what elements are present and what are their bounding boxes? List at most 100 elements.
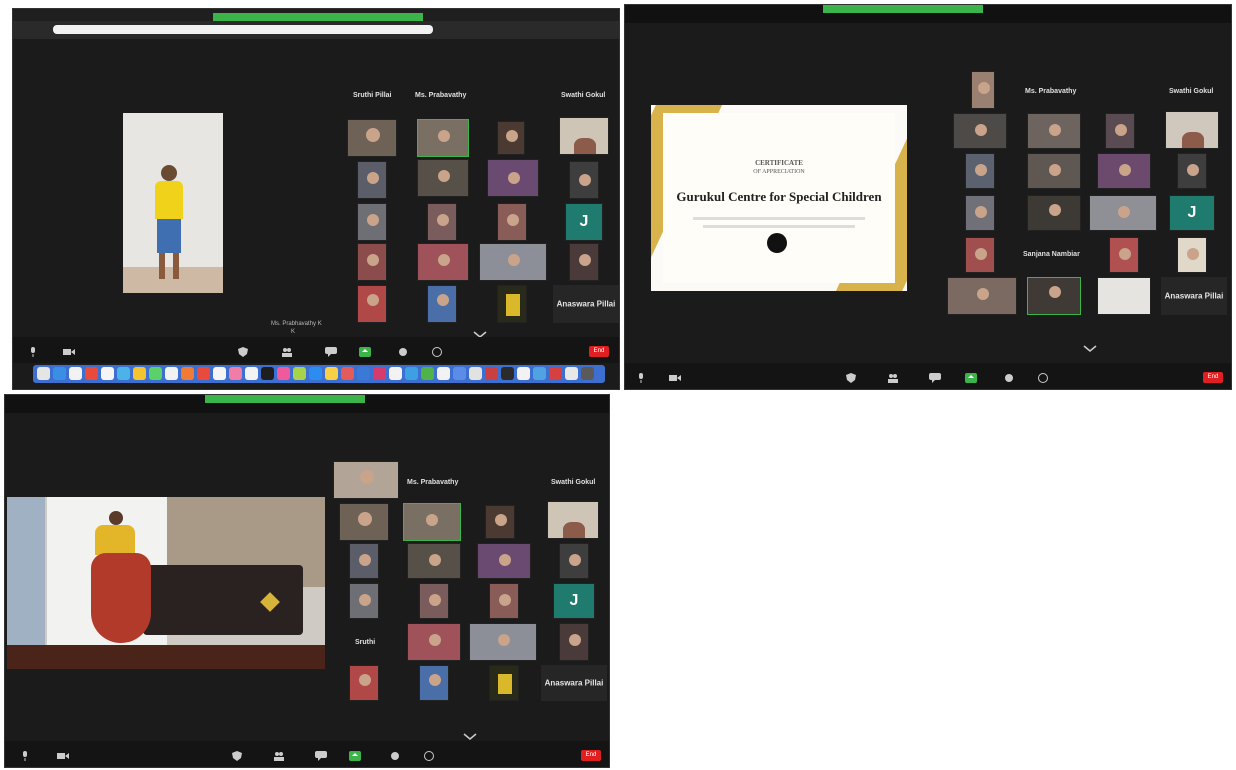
participant-tile[interactable]: [559, 117, 609, 155]
end-meeting-button[interactable]: End: [1203, 372, 1223, 383]
video-camera-icon[interactable]: [57, 751, 69, 761]
participant-tile[interactable]: J: [565, 203, 603, 241]
video-camera-icon[interactable]: [669, 373, 681, 383]
participant-tile[interactable]: [497, 203, 527, 241]
participant-tile[interactable]: Anaswara Pillai: [541, 665, 607, 701]
participant-tile[interactable]: [479, 243, 547, 281]
participant-tile[interactable]: [347, 119, 397, 157]
participant-tile[interactable]: [427, 285, 457, 323]
dock-app-icon[interactable]: [405, 367, 418, 380]
participant-tile[interactable]: [489, 583, 519, 619]
participant-tile[interactable]: [971, 71, 995, 109]
record-icon[interactable]: [389, 751, 401, 761]
participant-tile[interactable]: [357, 161, 387, 199]
dock-app-icon[interactable]: [261, 367, 274, 380]
participant-tile[interactable]: J: [1169, 195, 1215, 231]
participant-tile[interactable]: [357, 203, 387, 241]
participant-tile[interactable]: [407, 543, 461, 579]
participant-tile[interactable]: [1165, 111, 1219, 149]
dock-app-icon[interactable]: [469, 367, 482, 380]
participant-tile[interactable]: [487, 159, 539, 197]
participant-tile[interactable]: Anaswara Pillai: [553, 285, 619, 323]
dock-app-icon[interactable]: [325, 367, 338, 380]
participant-tile[interactable]: [427, 203, 457, 241]
participant-tile[interactable]: [1105, 113, 1135, 149]
participant-tile[interactable]: [965, 153, 995, 189]
dock-app-icon[interactable]: [149, 367, 162, 380]
dock-app-icon[interactable]: [69, 367, 82, 380]
share-screen-icon[interactable]: [359, 347, 371, 357]
participant-tile[interactable]: [349, 583, 379, 619]
participant-tile[interactable]: [569, 243, 599, 281]
dock-app-icon[interactable]: [277, 367, 290, 380]
dock-app-icon[interactable]: [565, 367, 578, 380]
dock-app-icon[interactable]: [581, 367, 594, 380]
dock-app-icon[interactable]: [341, 367, 354, 380]
participant-tile[interactable]: [559, 543, 589, 579]
participant-tile[interactable]: [357, 243, 387, 281]
participant-tile[interactable]: [497, 121, 525, 155]
participant-tile[interactable]: [569, 161, 599, 199]
dock-app-icon[interactable]: [181, 367, 194, 380]
dock-app-icon[interactable]: [501, 367, 514, 380]
participant-tile[interactable]: [357, 285, 387, 323]
participant-tile[interactable]: [1177, 153, 1207, 189]
share-screen-icon[interactable]: [349, 751, 361, 761]
chevron-down-icon[interactable]: [463, 733, 477, 741]
participant-tile[interactable]: [1027, 113, 1081, 149]
reactions-icon[interactable]: [423, 751, 435, 761]
participant-tile[interactable]: [349, 665, 379, 701]
chevron-down-icon[interactable]: [1083, 345, 1097, 353]
participant-tile[interactable]: [417, 243, 469, 281]
end-meeting-button[interactable]: End: [581, 750, 601, 761]
participant-tile[interactable]: [1089, 195, 1157, 231]
dock-app-icon[interactable]: [117, 367, 130, 380]
record-icon[interactable]: [1003, 373, 1015, 383]
participant-tile[interactable]: [333, 461, 399, 499]
participant-tile[interactable]: [547, 501, 599, 539]
participant-tile[interactable]: [1027, 277, 1081, 315]
microphone-icon[interactable]: [19, 751, 31, 761]
participant-tile[interactable]: [1027, 195, 1081, 231]
participant-tile[interactable]: [477, 543, 531, 579]
dock-app-icon[interactable]: [165, 367, 178, 380]
dock-app-icon[interactable]: [85, 367, 98, 380]
participant-tile[interactable]: [497, 285, 527, 323]
reactions-icon[interactable]: [431, 347, 443, 357]
dock-app-icon[interactable]: [245, 367, 258, 380]
video-camera-icon[interactable]: [63, 347, 75, 357]
participant-tile[interactable]: [559, 623, 589, 661]
participant-tile[interactable]: [417, 159, 469, 197]
participant-tile[interactable]: J: [553, 583, 595, 619]
dock-app-icon[interactable]: [37, 367, 50, 380]
dock-app-icon[interactable]: [293, 367, 306, 380]
participant-tile[interactable]: [469, 623, 537, 661]
dock-app-icon[interactable]: [357, 367, 370, 380]
participants-icon[interactable]: [281, 347, 293, 357]
dock-app-icon[interactable]: [389, 367, 402, 380]
participant-tile[interactable]: [339, 503, 389, 541]
participant-tile[interactable]: [1109, 237, 1139, 273]
participants-icon[interactable]: [887, 373, 899, 383]
dock-app-icon[interactable]: [533, 367, 546, 380]
participant-tile[interactable]: [417, 119, 469, 157]
participant-tile[interactable]: [407, 623, 461, 661]
end-meeting-button[interactable]: End: [589, 346, 609, 357]
dock-app-icon[interactable]: [453, 367, 466, 380]
dock-app-icon[interactable]: [133, 367, 146, 380]
participant-tile[interactable]: [953, 113, 1007, 149]
dock-app-icon[interactable]: [421, 367, 434, 380]
participant-tile[interactable]: [489, 665, 519, 701]
dock-app-icon[interactable]: [229, 367, 242, 380]
participants-icon[interactable]: [273, 751, 285, 761]
participant-tile[interactable]: [965, 195, 995, 231]
security-icon[interactable]: [845, 373, 857, 383]
participant-tile[interactable]: [1177, 237, 1207, 273]
participant-tile[interactable]: [1097, 153, 1151, 189]
participant-tile[interactable]: [1097, 277, 1151, 315]
dock-app-icon[interactable]: [309, 367, 322, 380]
chat-icon[interactable]: [929, 373, 941, 383]
dock-app-icon[interactable]: [213, 367, 226, 380]
participant-tile[interactable]: [485, 505, 515, 539]
participant-tile[interactable]: Anaswara Pillai: [1161, 277, 1227, 315]
